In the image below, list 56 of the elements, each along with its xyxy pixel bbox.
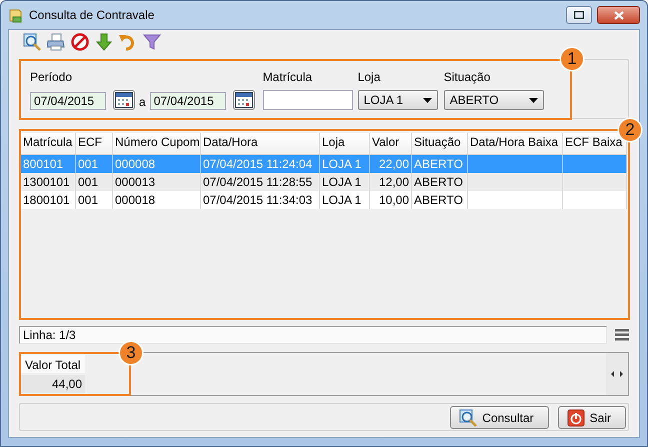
range-separator: a [139,95,146,110]
column-header[interactable]: Número Cupom [113,133,201,154]
close-button[interactable] [597,6,640,24]
caret-icon [528,98,538,102]
window-title: Consulta de Contravale [29,8,154,22]
scroll-arrows-icon[interactable] [611,371,623,377]
power-icon [566,408,585,426]
menu-icon[interactable] [615,329,629,341]
matricula-field[interactable] [262,90,353,110]
column-header[interactable]: Loja [320,133,370,154]
total-value: 44,00 [21,375,85,393]
column-header: Valor Total [21,355,85,373]
callout-badge: 1 [561,48,583,70]
filter-icon[interactable] [143,33,161,51]
table-cell: 001 [76,191,113,209]
date-field[interactable]: 07/04/2015 [30,92,106,110]
dropdown[interactable]: LOJA 1 [358,90,438,110]
search-icon [459,408,478,426]
search-icon[interactable] [23,33,41,51]
callout-badge: 2 [619,119,641,141]
table-cell: 1800101 [21,191,76,209]
search-button[interactable]: Consultar [450,406,549,429]
calendar-button[interactable] [232,90,255,110]
column-header[interactable]: Data/Hora [201,133,320,154]
table-row[interactable]: 1300101 001 000013 07/04/2015 11:28:55 LOJA 1 12,00 ABERTO [21,173,627,191]
column-header[interactable]: Data/Hora Baixa [468,133,563,154]
table-cell: LOJA 1 [320,191,370,209]
table-cell: 10,00 [370,191,412,209]
close-icon [614,10,624,20]
table-cell: 000018 [113,191,201,209]
column-header[interactable]: ECF [76,133,113,154]
date-field[interactable]: 07/04/2015 [150,92,226,110]
field-label: Matrícula [262,70,314,84]
status-bar: Linha: 1/3 [19,326,607,344]
table-cell: ABERTO [412,191,468,209]
field-label: Situação [444,70,492,84]
restore-icon [574,11,584,19]
field-label: Período [30,70,74,84]
printer-icon[interactable] [47,33,65,51]
down-arrow-icon[interactable] [95,33,113,51]
field-label: Loja [358,70,382,84]
calendar-button[interactable] [113,90,135,110]
callout-badge: 3 [120,342,142,364]
table-cell: 07/04/2015 11:34:03 [201,191,320,209]
caret-icon [422,98,432,102]
calendar-icon [115,92,133,108]
exit-button[interactable]: Sair [558,406,626,429]
column-header[interactable]: Situação [412,133,468,154]
column-header[interactable]: Valor [370,133,412,154]
dropdown[interactable]: ABERTO [444,90,544,110]
calendar-icon [234,92,253,108]
column-header[interactable]: Matrícula [21,133,76,154]
app-icon [8,7,24,23]
cancel-icon[interactable] [71,33,89,51]
table-row[interactable]: 1800101 001 000018 07/04/2015 11:34:03 LOJA 1 10,00 ABERTO [21,191,627,209]
restore-button[interactable] [566,6,592,24]
